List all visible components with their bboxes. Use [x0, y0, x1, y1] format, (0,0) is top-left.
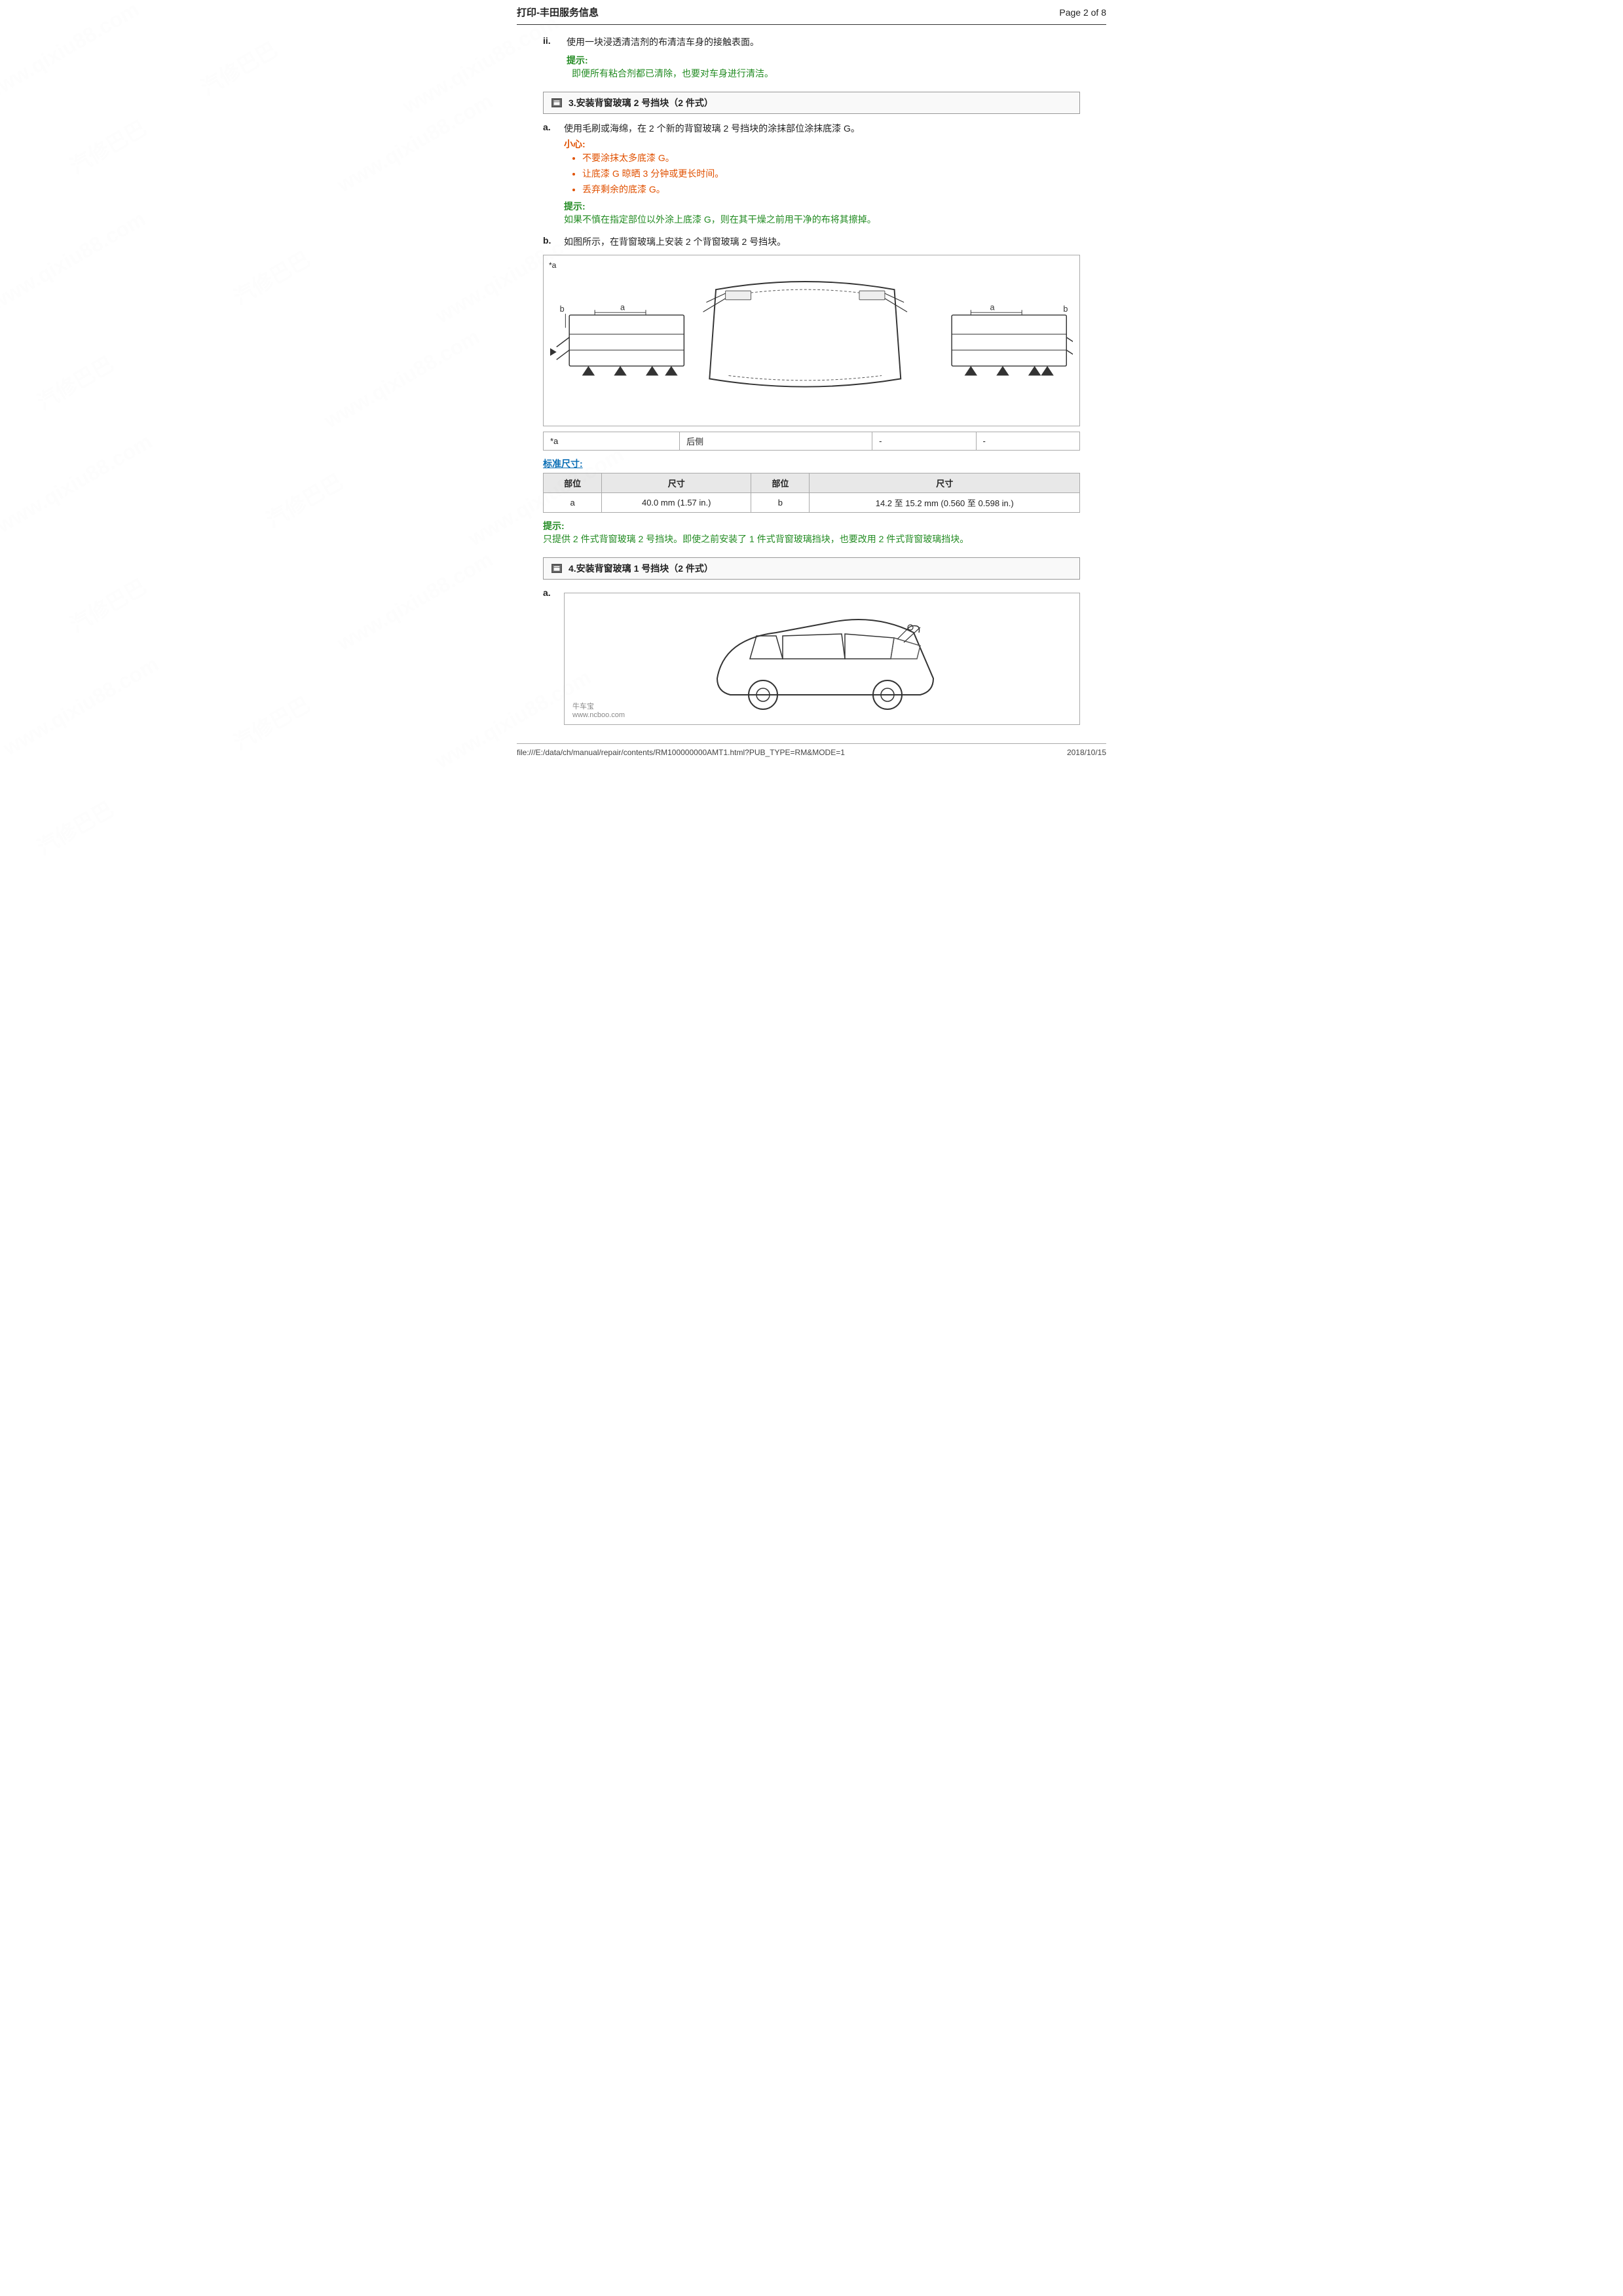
std-table-data-row: a 40.0 mm (1.57 in.) b 14.2 至 15.2 mm (0… [544, 493, 1080, 513]
caution-items: 不要涂抹太多底漆 G。 让底漆 G 晾晒 3 分钟或更长时间。 丢弃剩余的底漆 … [574, 151, 1080, 197]
main-content: ii. 使用一块浸透清洁剂的布清洁车身的接触表面。 提示: 即便所有粘合剂都已清… [517, 35, 1106, 730]
diagram-table-row: *a 后侧 - - [544, 432, 1080, 451]
step-ii-row: ii. 使用一块浸透清洁剂的布清洁车身的接触表面。 [543, 35, 1080, 48]
substep-a-text: 使用毛刷或海绵，在 2 个新的背窗玻璃 2 号挡块的涂抹部位涂抹底漆 G。 [564, 123, 860, 134]
substep-b-label: b. [543, 235, 564, 246]
section4-title: 4.安装背窗玻璃 1 号挡块（2 件式） [569, 562, 713, 575]
std-td-part1: a [544, 493, 602, 513]
diagram-svg: b a [550, 262, 1073, 419]
std-dimensions: 标准尺寸: 部位 尺寸 部位 尺寸 a 40.0 mm (1.57 in.) b… [543, 457, 1080, 513]
caution-block: 小心: 不要涂抹太多底漆 G。 让底漆 G 晾晒 3 分钟或更长时间。 丢弃剩余… [564, 138, 1080, 197]
caution-item-1: 不要涂抹太多底漆 G。 [582, 151, 1080, 166]
car-svg [698, 600, 946, 718]
hint3-text: 只提供 2 件式背窗玻璃 2 号挡块。即使之前安装了 1 件式背窗玻璃挡块，也要… [543, 532, 1080, 546]
section3-icon [551, 98, 562, 107]
svg-text:b: b [560, 305, 565, 314]
diagram-col2: 后侧 [680, 432, 872, 451]
hint1-label: 提示: [567, 55, 588, 65]
hint2-text: 如果不慎在指定部位以外涂上底漆 G，则在其干燥之前用干净的布将其擦掉。 [564, 213, 1080, 226]
section4-icon [551, 564, 562, 573]
shop-label: 牛车宝 [572, 701, 625, 711]
step-ii-label: ii. [543, 35, 567, 46]
section4-heading: 4.安装背窗玻璃 1 号挡块（2 件式） [543, 557, 1080, 580]
section3-heading: 3.安装背窗玻璃 2 号挡块（2 件式） [543, 92, 1080, 114]
diagram-star-label: *a [549, 261, 556, 270]
std-td-size2: 14.2 至 15.2 mm (0.560 至 0.598 in.) [810, 493, 1080, 513]
svg-text:a: a [990, 303, 995, 312]
diagram-col1: *a [544, 432, 680, 451]
substep-a: a. 使用毛刷或海绵，在 2 个新的背窗玻璃 2 号挡块的涂抹部位涂抹底漆 G。… [543, 122, 1080, 229]
page-footer: file:///E:/data/ch/manual/repair/content… [517, 743, 1106, 761]
hint1-text: 即便所有粘合剂都已清除，也要对车身进行清洁。 [572, 67, 1080, 80]
substep-a2-label: a. [543, 587, 564, 598]
substep-a2: a. 牛车宝 www.ncboo.com [543, 587, 1080, 730]
svg-text:a: a [620, 303, 625, 312]
car-diagram-box: 牛车宝 www.ncboo.com [564, 593, 1080, 725]
footer-file-path: file:///E:/data/ch/manual/repair/content… [517, 748, 845, 757]
page-title: 打印-丰田服务信息 [517, 5, 599, 19]
svg-text:b: b [1063, 305, 1068, 314]
page-header: 打印-丰田服务信息 Page 2 of 8 [517, 0, 1106, 25]
hint3-block: 提示: 只提供 2 件式背窗玻璃 2 号挡块。即使之前安装了 1 件式背窗玻璃挡… [543, 519, 1080, 546]
std-label: 标准尺寸: [543, 457, 1080, 470]
std-td-size1: 40.0 mm (1.57 in.) [602, 493, 751, 513]
substep-a-content: 使用毛刷或海绵，在 2 个新的背窗玻璃 2 号挡块的涂抹部位涂抹底漆 G。 小心… [564, 122, 1080, 229]
substep-b: b. 如图所示，在背窗玻璃上安装 2 个背窗玻璃 2 号挡块。 [543, 235, 1080, 248]
hint2-label: 提示: [564, 201, 586, 212]
caution-item-2: 让底漆 G 晾晒 3 分钟或更长时间。 [582, 166, 1080, 182]
caution-item-3: 丢弃剩余的底漆 G。 [582, 182, 1080, 198]
std-th-1: 部位 [544, 473, 602, 493]
std-td-part2: b [751, 493, 810, 513]
shop-url: www.ncboo.com [572, 711, 625, 719]
diagram-svg-area: b a [550, 262, 1073, 419]
substep-b-text: 如图所示，在背窗玻璃上安装 2 个背窗玻璃 2 号挡块。 [564, 236, 786, 247]
std-th-3: 部位 [751, 473, 810, 493]
diagram-col4: - [976, 432, 1079, 451]
step-ii-text: 使用一块浸透清洁剂的布清洁车身的接触表面。 [567, 35, 759, 48]
std-table-header-row: 部位 尺寸 部位 尺寸 [544, 473, 1080, 493]
substep-a2-content: 牛车宝 www.ncboo.com [564, 587, 1080, 730]
substep-b-content: 如图所示，在背窗玻璃上安装 2 个背窗玻璃 2 号挡块。 [564, 235, 1080, 248]
diagram-box: *a b [543, 255, 1080, 426]
caution-label: 小心: [564, 139, 586, 149]
substep-a-label: a. [543, 122, 564, 132]
std-th-4: 尺寸 [810, 473, 1080, 493]
footer-date: 2018/10/15 [1067, 748, 1106, 757]
page-number: Page 2 of 8 [1059, 7, 1106, 18]
diagram-col3: - [872, 432, 976, 451]
shop-watermark: 牛车宝 www.ncboo.com [572, 701, 625, 719]
diagram-label-table: *a 后侧 - - [543, 432, 1080, 451]
hint1-block: 提示: 即便所有粘合剂都已清除，也要对车身进行清洁。 [567, 54, 1080, 80]
hint2-block: 提示: 如果不慎在指定部位以外涂上底漆 G，则在其干燥之前用干净的布将其擦掉。 [564, 200, 1080, 226]
section3-title: 3.安装背窗玻璃 2 号挡块（2 件式） [569, 96, 713, 109]
std-table: 部位 尺寸 部位 尺寸 a 40.0 mm (1.57 in.) b 14.2 … [543, 473, 1080, 513]
hint3-label: 提示: [543, 521, 565, 531]
std-th-2: 尺寸 [602, 473, 751, 493]
